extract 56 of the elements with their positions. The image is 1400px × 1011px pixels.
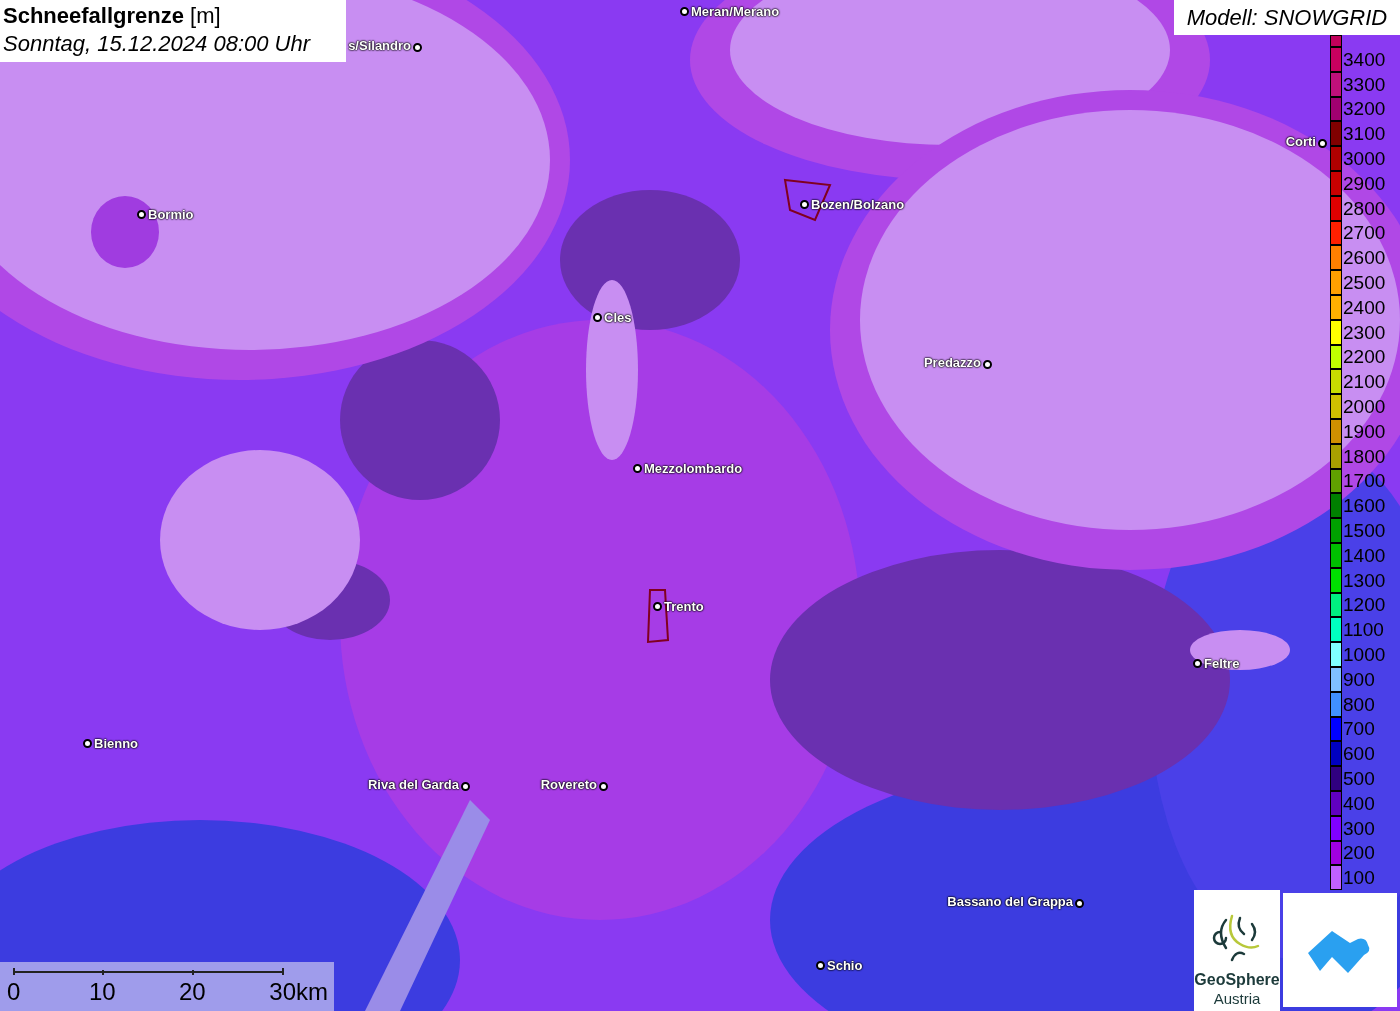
logo-text: GeoSphere [1194, 970, 1280, 991]
legend-label: 1500 [1343, 521, 1386, 541]
legend-label: 3400 [1343, 49, 1386, 69]
legend-label: 1900 [1343, 421, 1386, 441]
legend-label: 400 [1343, 793, 1375, 813]
legend-label: 2900 [1343, 173, 1386, 193]
legend-label: 2400 [1343, 297, 1386, 317]
place-label: Riva del Garda [367, 778, 459, 791]
legend-label: 1200 [1343, 595, 1386, 615]
scale-label: 20 [179, 980, 206, 1004]
legend-label: 900 [1343, 669, 1375, 689]
place-label: Predazzo [923, 356, 981, 369]
legend-label: 2200 [1343, 347, 1386, 367]
place-label: Mezzolombardo [644, 462, 743, 475]
legend-label: 600 [1343, 744, 1375, 764]
legend-label: 2700 [1343, 223, 1386, 243]
map-title: Schneefallgrenze [m] [3, 2, 222, 30]
legend-label: 1100 [1343, 620, 1384, 640]
legend-label: 1400 [1343, 545, 1386, 565]
legend-label: 1800 [1343, 446, 1386, 466]
forecast-time: Sonntag, 15.12.2024 08:00 Uhr [3, 30, 312, 58]
legend-label: 3000 [1343, 149, 1386, 169]
scale-ruler-icon [13, 966, 285, 976]
legend-label: 300 [1343, 818, 1375, 838]
place-label: Corti [1285, 135, 1316, 148]
place-label: Meran/Merano [691, 5, 780, 18]
legend-label: 1700 [1343, 471, 1386, 491]
place-label: Bienno [94, 737, 139, 750]
legend-label: 2100 [1343, 372, 1386, 392]
legend-label: 700 [1343, 719, 1375, 739]
legend-label: 1300 [1343, 570, 1386, 590]
legend-label: 500 [1343, 769, 1375, 788]
legend-label: 3300 [1343, 74, 1386, 94]
model-label: Modell: SNOWGRID [1174, 0, 1400, 35]
legend-label: 1000 [1343, 645, 1386, 664]
logo-text: Austria [1213, 990, 1261, 1009]
legend-label: 2800 [1343, 198, 1386, 218]
place-label: Bassano del Grappa [947, 895, 1073, 908]
scale-label: 30km [269, 980, 328, 1004]
place-label: Feltre [1204, 657, 1240, 670]
legend-label: 2000 [1343, 397, 1386, 417]
legend-label: 3100 [1343, 124, 1386, 144]
legend-label: 1600 [1343, 496, 1386, 516]
legend-label: 3200 [1343, 99, 1386, 119]
legend-label: 200 [1343, 843, 1375, 863]
scale-label: 0 [7, 980, 21, 1004]
place-label: s/Silandro [348, 39, 411, 52]
place-label: Cles [604, 311, 632, 324]
legend-label: 2600 [1343, 248, 1386, 268]
place-label: Schio [827, 959, 863, 972]
legend-label: 2300 [1343, 322, 1386, 342]
legend-label: 800 [1343, 694, 1375, 714]
legend-label: 2500 [1343, 273, 1386, 293]
place-label: Rovereto [540, 778, 597, 791]
legend-label: 100 [1343, 868, 1375, 888]
scale-label: 10 [89, 980, 116, 1004]
